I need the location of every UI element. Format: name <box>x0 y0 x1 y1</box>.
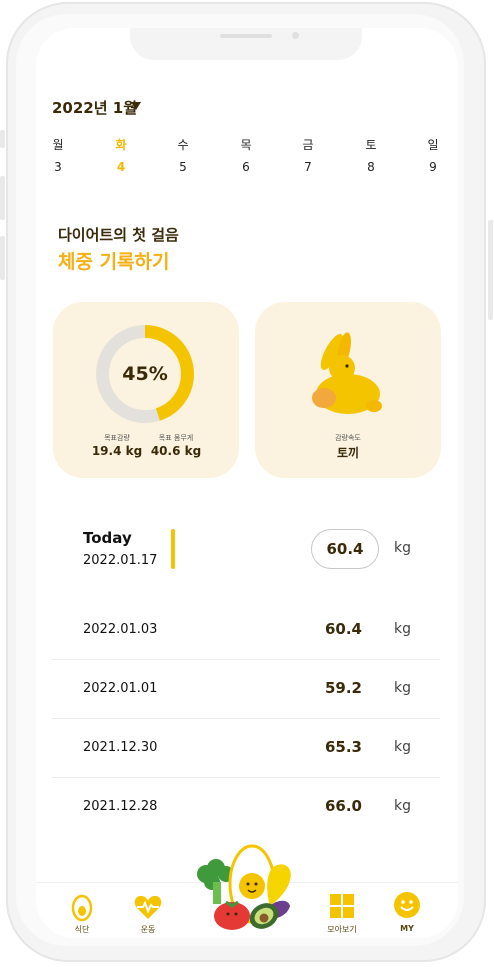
volume-up-button <box>0 176 5 220</box>
today-title: Today <box>83 529 132 547</box>
divider <box>52 659 440 660</box>
tab-my-label: MY <box>400 924 414 933</box>
section-headline: 체중 기록하기 <box>58 251 170 273</box>
record-date: 2022.01.01 <box>83 681 158 696</box>
weekday-label: 목 <box>240 138 252 152</box>
record-weight: 66.0 <box>324 797 362 815</box>
grid-icon <box>330 894 354 918</box>
speaker <box>220 34 272 38</box>
day-button-selected[interactable]: 4 <box>109 160 133 174</box>
volume-down-button <box>0 236 5 280</box>
goal-loss-value: 19.4 kg <box>91 444 143 458</box>
day-button[interactable]: 7 <box>296 160 320 174</box>
divider <box>52 777 440 778</box>
weekday-label: 월 <box>52 138 64 152</box>
notch <box>130 28 362 60</box>
section-subtitle: 다이어트의 첫 걸음 <box>58 226 179 244</box>
tab-exercise-label: 운동 <box>140 925 156 934</box>
speed-value: 토끼 <box>336 446 360 460</box>
record-weight: 60.4 <box>324 620 362 638</box>
food-characters-icon[interactable] <box>190 840 302 936</box>
tab-collection-label: 모아보기 <box>327 925 357 934</box>
record-date: 2021.12.30 <box>83 740 158 755</box>
record-weight: 65.3 <box>324 738 362 756</box>
power-button <box>488 220 493 320</box>
weekday-label: 일 <box>427 138 439 152</box>
goal-weight-value: 40.6 kg <box>150 444 202 458</box>
record-unit: kg <box>394 680 411 696</box>
weekday-label: 화 <box>115 138 127 152</box>
progress-percent: 45% <box>122 363 168 385</box>
today-indicator <box>171 529 175 569</box>
smiley-icon <box>394 892 420 918</box>
day-button[interactable]: 3 <box>46 160 70 174</box>
tab-meal-label: 식단 <box>74 925 90 934</box>
record-unit: kg <box>394 739 411 755</box>
rabbit-icon <box>312 332 382 414</box>
day-button[interactable]: 9 <box>421 160 445 174</box>
speed-label: 감량속도 <box>335 434 361 442</box>
goal-loss-label: 목표감량 <box>104 434 130 442</box>
record-weight: 59.2 <box>324 679 362 697</box>
tab-exercise[interactable]: 운동 <box>123 892 173 938</box>
today-weight-input[interactable]: 60.4 <box>311 529 379 569</box>
caret-down-icon[interactable] <box>131 102 141 110</box>
today-weight-unit: kg <box>394 540 411 556</box>
today-date: 2022.01.17 <box>83 553 158 568</box>
divider <box>52 718 440 719</box>
record-date: 2022.01.03 <box>83 622 158 637</box>
heart-pulse-icon <box>134 895 162 919</box>
front-camera <box>292 32 299 39</box>
day-button[interactable]: 6 <box>234 160 258 174</box>
tab-my[interactable]: MY <box>382 892 432 938</box>
weekday-label: 금 <box>302 138 314 152</box>
goal-weight-label: 목표 몸무게 <box>158 434 194 442</box>
record-unit: kg <box>394 798 411 814</box>
mute-switch <box>0 130 5 148</box>
record-date: 2021.12.28 <box>83 799 158 814</box>
day-button[interactable]: 5 <box>171 160 195 174</box>
tab-meal[interactable]: 식단 <box>57 892 107 938</box>
month-selector[interactable]: 2022년 1월 <box>52 97 137 118</box>
record-unit: kg <box>394 621 411 637</box>
tab-collection[interactable]: 모아보기 <box>317 892 367 938</box>
egg-icon <box>71 894 93 922</box>
weekday-label: 수 <box>177 138 189 152</box>
weekday-label: 토 <box>365 138 377 152</box>
day-button[interactable]: 8 <box>359 160 383 174</box>
